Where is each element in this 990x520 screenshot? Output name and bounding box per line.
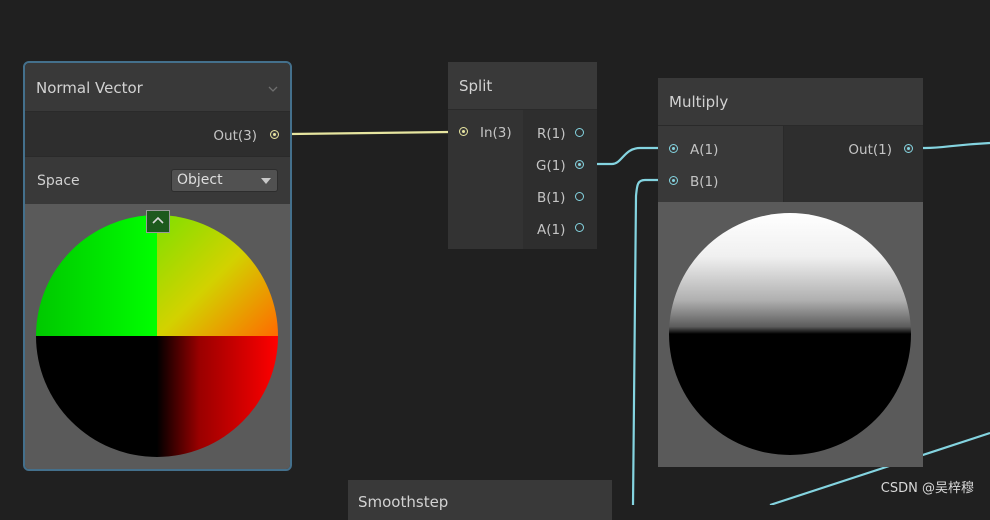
- output-port[interactable]: [270, 130, 279, 139]
- multiply-header[interactable]: Multiply: [658, 78, 923, 126]
- wire-normal-to-split[interactable]: [277, 130, 463, 136]
- output-port-r[interactable]: [575, 128, 584, 137]
- normal-preview: [25, 204, 290, 469]
- space-label: Space: [37, 173, 80, 189]
- output-label: Out(1): [848, 142, 892, 158]
- input-port-b[interactable]: [669, 176, 678, 185]
- preview-toggle[interactable]: [146, 210, 170, 233]
- input-label-a: A(1): [690, 142, 719, 158]
- input-label: In(3): [480, 125, 512, 141]
- output-label-a: A(1): [537, 222, 566, 238]
- space-dropdown[interactable]: Object: [171, 169, 278, 192]
- output-port[interactable]: [904, 144, 913, 153]
- normal-vector-node[interactable]: Normal Vector Out(3) Space Object: [23, 61, 292, 471]
- output-port-g[interactable]: [575, 160, 584, 169]
- dropdown-arrow-icon: [261, 178, 271, 184]
- space-row: Space Object: [25, 156, 290, 205]
- output-label: Out(3): [213, 128, 257, 144]
- normal-vector-header[interactable]: Normal Vector: [25, 63, 290, 112]
- output-label-r: R(1): [537, 126, 566, 142]
- split-inputs: In(3): [448, 110, 523, 249]
- node-title: Smoothstep: [358, 493, 449, 511]
- outputs-row: Out(3): [25, 112, 290, 156]
- multiply-outputs: Out(1): [784, 126, 923, 202]
- node-title: Split: [459, 77, 493, 95]
- chevron-down-icon[interactable]: [268, 85, 278, 93]
- node-title: Multiply: [669, 93, 729, 111]
- multiply-preview: [658, 202, 923, 467]
- multiply-inputs: A(1) B(1): [658, 126, 784, 202]
- grayscale-sphere-preview: [669, 213, 911, 455]
- chevron-up-icon: [152, 216, 164, 224]
- split-node[interactable]: Split In(3) R(1) G(1) B(1) A(1): [448, 62, 597, 249]
- watermark: CSDN @吴梓穆: [880, 481, 974, 496]
- split-outputs: R(1) G(1) B(1) A(1): [523, 110, 597, 249]
- normal-sphere-preview: [36, 215, 278, 457]
- output-label-b: B(1): [537, 190, 566, 206]
- output-port-a[interactable]: [575, 223, 584, 232]
- output-label-g: G(1): [536, 158, 566, 174]
- input-port-in[interactable]: [459, 127, 468, 136]
- split-header[interactable]: Split: [448, 62, 597, 110]
- space-value: Object: [177, 172, 223, 188]
- input-label-b: B(1): [690, 174, 719, 190]
- multiply-node[interactable]: Multiply A(1) B(1) Out(1): [658, 78, 923, 467]
- node-title: Normal Vector: [36, 79, 143, 97]
- smoothstep-node[interactable]: Smoothstep: [348, 480, 612, 520]
- output-port-b[interactable]: [575, 192, 584, 201]
- input-port-a[interactable]: [669, 144, 678, 153]
